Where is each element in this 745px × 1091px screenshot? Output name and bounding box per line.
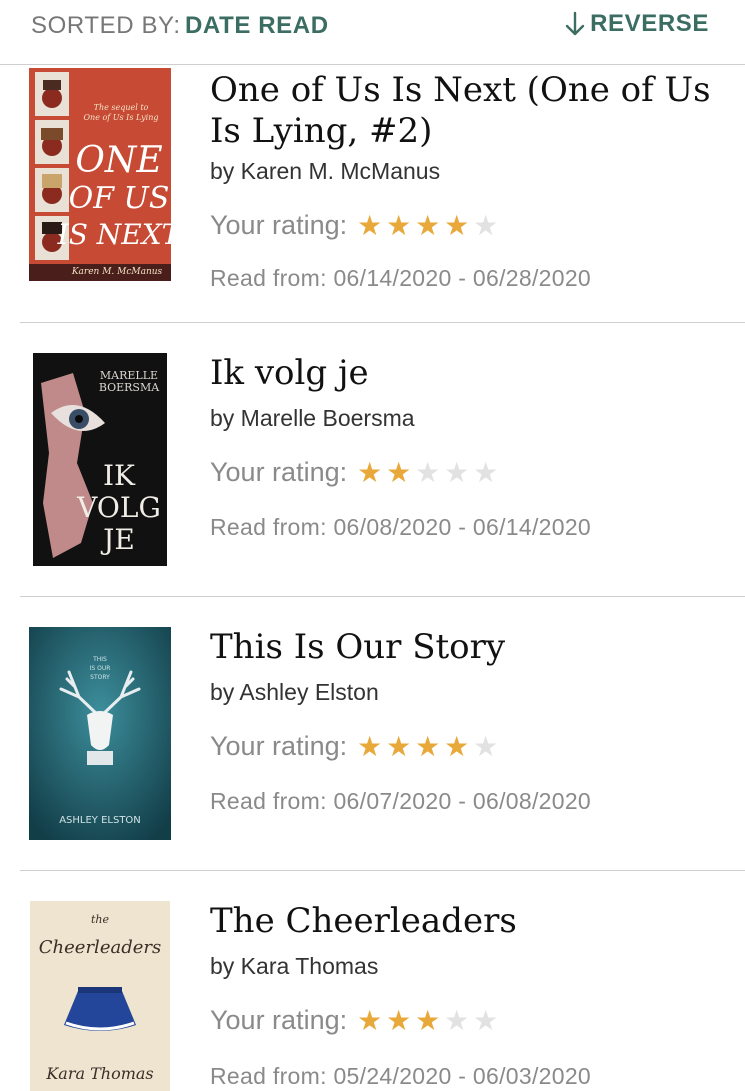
star-icon[interactable]: ★ [473,1006,502,1035]
star-icon[interactable]: ★ [386,1006,415,1035]
book-author[interactable]: by Ashley Elston [210,679,379,706]
svg-text:IS NEXT: IS NEXT [57,218,171,251]
read-dates: Read from: 06/14/2020 - 06/28/2020 [210,265,592,291]
book-author[interactable]: by Kara Thomas [210,953,378,980]
book-author[interactable]: by Karen M. McManus [210,158,440,185]
star-icon[interactable]: ★ [415,1006,444,1035]
book-row[interactable]: MARELLE BOERSMA IK VOLG JE Ik volg je by… [0,323,745,597]
star-icon[interactable]: ★ [473,458,502,487]
svg-text:Karen M. McManus: Karen M. McManus [71,267,163,277]
cover-art-ik-volg-je: MARELLE BOERSMA IK VOLG JE [33,353,167,566]
svg-text:IS OUR: IS OUR [90,665,111,672]
star-icon[interactable]: ★ [444,211,473,240]
cover-art-this-is-our-story: THIS IS OUR STORY ASHLEY ELSTON [29,627,171,840]
book-row[interactable]: THIS IS OUR STORY ASHLEY ELSTON This Is … [0,597,745,871]
reverse-sort-button[interactable]: REVERSE [564,10,709,38]
star-rating[interactable]: ★ ★ ★ ★ ★ [357,458,502,487]
star-icon[interactable]: ★ [386,458,415,487]
star-rating[interactable]: ★ ★ ★ ★ ★ [357,211,502,240]
svg-text:THIS: THIS [92,656,107,663]
book-cover[interactable]: THIS IS OUR STORY ASHLEY ELSTON [29,627,171,840]
star-icon[interactable]: ★ [473,211,502,240]
rating-label: Your rating: [210,210,348,240]
svg-text:Kara Thomas: Kara Thomas [45,1064,153,1083]
rating-label: Your rating: [210,1005,348,1035]
star-icon[interactable]: ★ [415,458,444,487]
book-row[interactable]: the Cheerleaders Kara Thomas The Cheerle… [0,871,745,1091]
svg-text:JE: JE [100,523,135,556]
read-dates: Read from: 05/24/2020 - 06/03/2020 [210,1063,592,1089]
svg-text:One of Us Is Lying: One of Us Is Lying [83,113,158,122]
star-icon[interactable]: ★ [386,732,415,761]
sort-bar: SORTED BY: DATE READ REVERSE [0,0,745,65]
star-rating[interactable]: ★ ★ ★ ★ ★ [357,732,502,761]
star-icon[interactable]: ★ [415,211,444,240]
book-cover[interactable]: MARELLE BOERSMA IK VOLG JE [33,353,167,566]
book-title[interactable]: Ik volg je [210,353,730,394]
rating-row: Your rating: ★ ★ ★ ★ ★ [210,731,502,762]
rating-row: Your rating: ★ ★ ★ ★ ★ [210,457,502,488]
star-icon[interactable]: ★ [357,732,386,761]
arrow-down-icon [565,11,585,36]
star-icon[interactable]: ★ [444,458,473,487]
star-icon[interactable]: ★ [473,732,502,761]
star-rating[interactable]: ★ ★ ★ ★ ★ [357,1006,502,1035]
svg-text:Cheerleaders: Cheerleaders [39,937,161,958]
book-title[interactable]: One of Us Is Next (One of Us Is Lying, #… [210,70,730,152]
book-cover[interactable]: The sequel to One of Us Is Lying ONE OF … [29,68,171,281]
star-icon[interactable]: ★ [444,1006,473,1035]
svg-text:ONE: ONE [75,140,162,181]
read-dates: Read from: 06/07/2020 - 06/08/2020 [210,788,592,814]
rating-row: Your rating: ★ ★ ★ ★ ★ [210,1005,502,1036]
star-icon[interactable]: ★ [386,211,415,240]
svg-text:IK: IK [103,459,136,492]
book-title[interactable]: This Is Our Story [210,627,730,668]
svg-text:STORY: STORY [90,674,110,681]
sort-value-button[interactable]: DATE READ [185,12,329,40]
star-icon[interactable]: ★ [357,458,386,487]
read-dates: Read from: 06/08/2020 - 06/14/2020 [210,514,592,540]
rating-label: Your rating: [210,457,348,487]
star-icon[interactable]: ★ [357,1006,386,1035]
cover-art-one-of-us-is-next: The sequel to One of Us Is Lying ONE OF … [29,68,171,281]
reverse-label: REVERSE [590,10,709,37]
svg-text:VOLG: VOLG [76,491,161,524]
star-icon[interactable]: ★ [357,211,386,240]
svg-text:The sequel to: The sequel to [94,103,149,112]
star-icon[interactable]: ★ [415,732,444,761]
cover-art-the-cheerleaders: the Cheerleaders Kara Thomas [30,901,170,1091]
book-title[interactable]: The Cheerleaders [210,901,730,942]
rating-label: Your rating: [210,731,348,761]
sort-label: SORTED BY: [31,12,181,39]
svg-text:BOERSMA: BOERSMA [99,381,160,394]
rating-row: Your rating: ★ ★ ★ ★ ★ [210,210,502,241]
svg-text:the: the [91,913,110,926]
book-row[interactable]: The sequel to One of Us Is Lying ONE OF … [0,66,745,323]
book-author[interactable]: by Marelle Boersma [210,405,415,432]
book-cover[interactable]: the Cheerleaders Kara Thomas [30,901,170,1091]
svg-text:ASHLEY ELSTON: ASHLEY ELSTON [59,815,141,826]
svg-text:OF US: OF US [69,181,170,216]
star-icon[interactable]: ★ [444,732,473,761]
